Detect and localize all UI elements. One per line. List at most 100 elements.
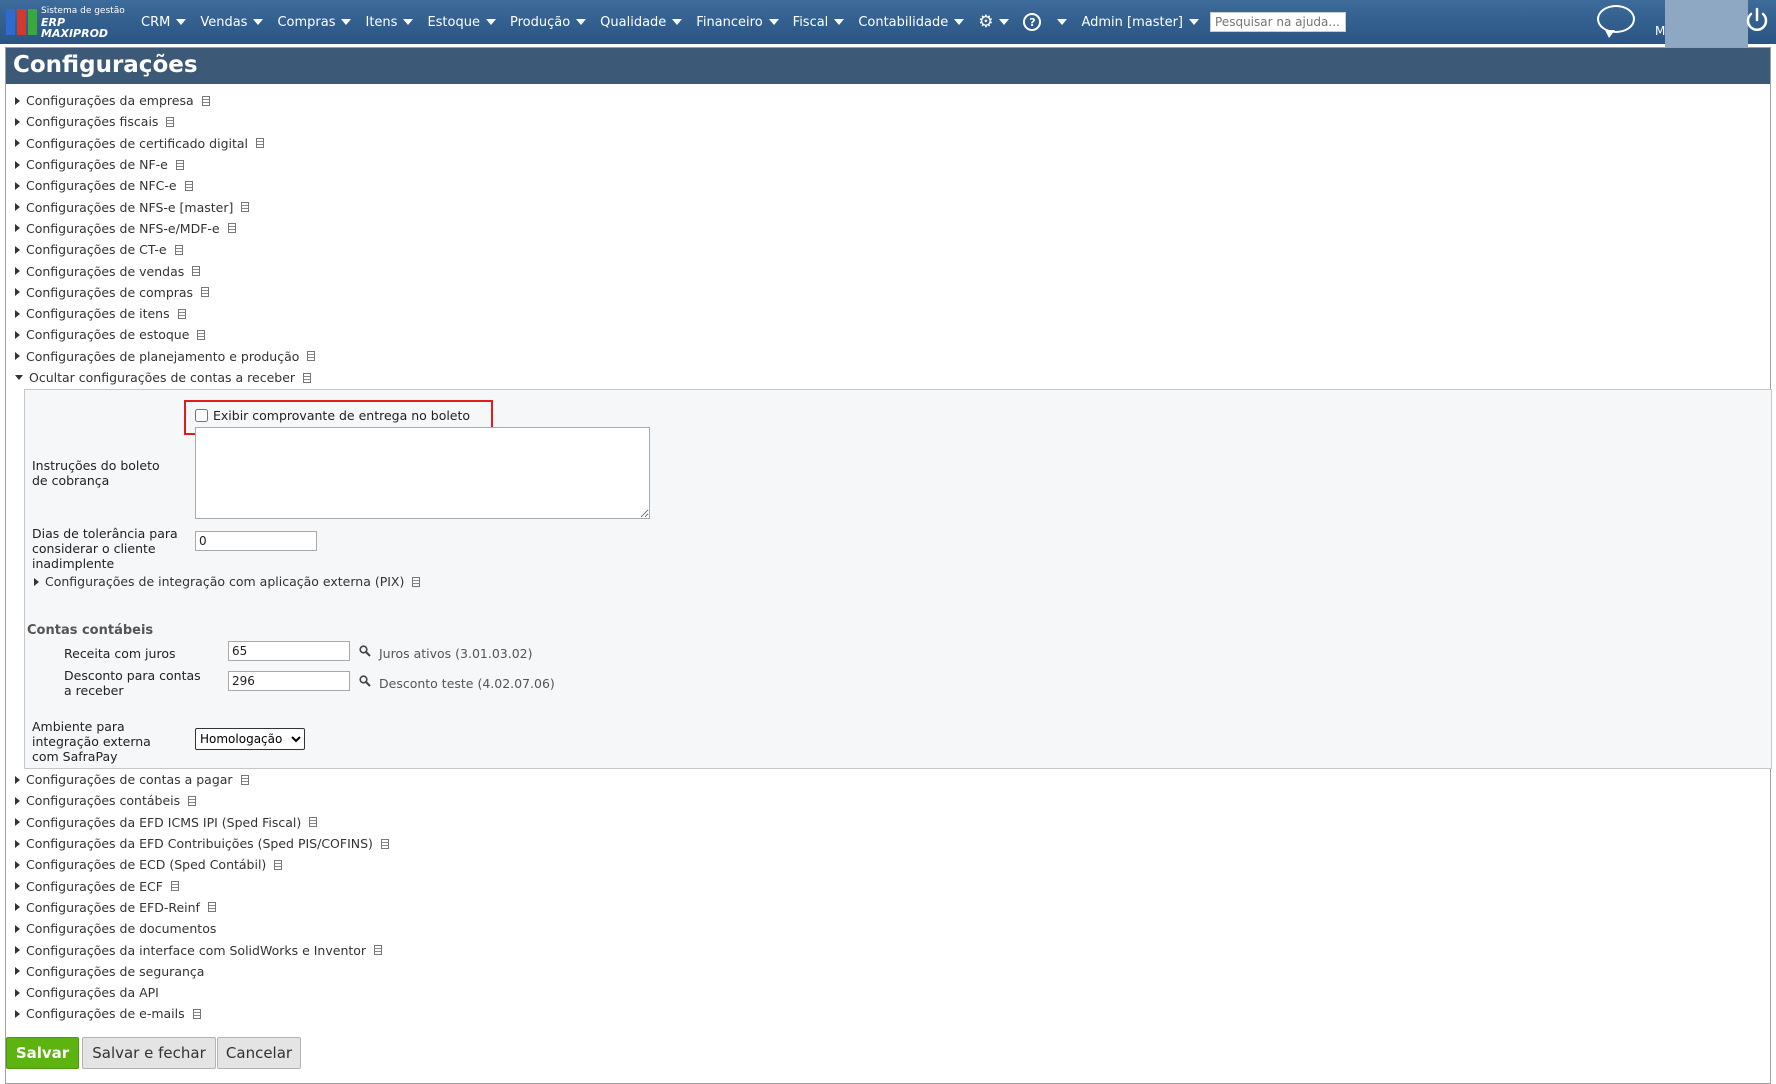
section-label: Configurações contábeis bbox=[26, 793, 181, 809]
document-icon[interactable] bbox=[412, 576, 421, 587]
discount-account-input[interactable] bbox=[228, 671, 350, 691]
document-icon[interactable] bbox=[307, 351, 316, 362]
document-icon[interactable] bbox=[201, 95, 210, 106]
document-icon[interactable] bbox=[177, 308, 186, 319]
environment-select[interactable]: Homologação bbox=[195, 728, 305, 750]
help-menu[interactable]: ? bbox=[1016, 0, 1074, 44]
config-section-item[interactable]: Configurações contábeis bbox=[15, 790, 389, 811]
config-section-item[interactable]: Configurações de NFS-e [master] bbox=[15, 196, 315, 217]
config-section-item[interactable]: Configurações de itens bbox=[15, 303, 315, 324]
chevron-down-icon bbox=[1189, 19, 1200, 25]
chevron-down-icon bbox=[341, 19, 352, 25]
top-navigation-bar: Sistema de gestão ERP MAXIPROD CRM Vendas… bbox=[0, 0, 1776, 44]
menu-financeiro[interactable]: Financeiro bbox=[689, 0, 785, 44]
document-icon[interactable] bbox=[241, 202, 250, 213]
document-icon[interactable] bbox=[184, 180, 193, 191]
menu-label: Estoque bbox=[427, 14, 480, 30]
section-label: Configurações de CT-e bbox=[26, 242, 167, 258]
help-search-input[interactable] bbox=[1210, 12, 1347, 32]
chat-icon[interactable] bbox=[1597, 5, 1635, 38]
expand-arrow-icon bbox=[15, 245, 20, 254]
document-icon[interactable] bbox=[240, 774, 249, 785]
document-icon[interactable] bbox=[374, 945, 383, 956]
section-label: Configurações da API bbox=[26, 985, 159, 1001]
config-section-item[interactable]: Configurações da interface com SolidWork… bbox=[15, 939, 389, 960]
config-section-item[interactable]: Configurações de compras bbox=[15, 282, 315, 303]
config-section-item[interactable]: Configurações de documentos bbox=[15, 918, 389, 939]
config-section-item[interactable]: Configurações da empresa bbox=[15, 90, 315, 111]
save-and-close-button[interactable]: Salvar e fechar bbox=[82, 1037, 216, 1069]
menu-estoque[interactable]: Estoque bbox=[420, 0, 503, 44]
collapse-arrow-icon bbox=[15, 375, 23, 381]
section-label: Configurações de segurança bbox=[26, 963, 205, 979]
document-icon[interactable] bbox=[175, 159, 184, 170]
power-icon[interactable] bbox=[1745, 6, 1769, 34]
document-icon[interactable] bbox=[274, 859, 283, 870]
config-section-item[interactable]: Configurações de e-mails bbox=[15, 1003, 389, 1024]
document-icon[interactable] bbox=[303, 372, 312, 383]
config-section-item[interactable]: Configurações de segurança bbox=[15, 961, 389, 982]
config-section-item[interactable]: Configurações da API bbox=[15, 982, 389, 1003]
config-section-item[interactable]: Configurações de certificado digital bbox=[15, 133, 315, 154]
menu-vendas[interactable]: Vendas bbox=[193, 0, 270, 44]
menu-crm[interactable]: CRM bbox=[134, 0, 193, 44]
menu-fiscal[interactable]: Fiscal bbox=[786, 0, 852, 44]
gear-icon: ⚙ bbox=[978, 12, 994, 32]
save-button[interactable]: Salvar bbox=[6, 1037, 79, 1069]
document-icon[interactable] bbox=[188, 795, 197, 806]
cancel-button[interactable]: Cancelar bbox=[217, 1037, 301, 1069]
menu-compras[interactable]: Compras bbox=[270, 0, 358, 44]
document-icon[interactable] bbox=[197, 329, 206, 340]
config-section-item[interactable]: Configurações da EFD Contribuições (Sped… bbox=[15, 833, 389, 854]
expand-arrow-icon bbox=[15, 903, 20, 912]
expand-arrow-icon bbox=[15, 818, 20, 827]
document-icon[interactable] bbox=[174, 244, 183, 255]
section-label: Configurações de EFD-Reinf bbox=[26, 899, 200, 915]
menu-qualidade[interactable]: Qualidade bbox=[593, 0, 689, 44]
document-icon[interactable] bbox=[201, 287, 210, 298]
document-icon[interactable] bbox=[166, 116, 175, 127]
config-section-item[interactable]: Configurações de CT-e bbox=[15, 239, 315, 260]
section-label: Configurações de e-mails bbox=[26, 1006, 185, 1022]
section-toggle-receivables[interactable]: Ocultar configurações de contas a recebe… bbox=[15, 367, 312, 388]
menu-itens[interactable]: Itens bbox=[358, 0, 420, 44]
tolerance-days-input[interactable] bbox=[195, 531, 317, 551]
menu-label: Financeiro bbox=[696, 14, 763, 30]
document-icon[interactable] bbox=[192, 1008, 201, 1019]
document-icon[interactable] bbox=[192, 266, 201, 277]
search-icon[interactable] bbox=[359, 645, 371, 657]
admin-menu[interactable]: Admin [master] bbox=[1074, 0, 1206, 44]
erp-logo[interactable]: Sistema de gestão ERP MAXIPROD bbox=[6, 6, 134, 39]
menu-produção[interactable]: Produção bbox=[503, 0, 593, 44]
config-section-item[interactable]: Configurações de estoque bbox=[15, 324, 315, 345]
menu-label: CRM bbox=[141, 14, 171, 30]
config-section-item[interactable]: Configurações de EFD-Reinf bbox=[15, 897, 389, 918]
expand-arrow-icon bbox=[15, 352, 20, 361]
config-section-item[interactable]: Configurações de NFC-e bbox=[15, 175, 315, 196]
config-section-item[interactable]: Configurações fiscais bbox=[15, 111, 315, 132]
config-section-item[interactable]: Configurações de ECF bbox=[15, 875, 389, 896]
chevron-down-icon bbox=[834, 19, 845, 25]
section-toggle-pix[interactable]: Configurações de integração com aplicaçã… bbox=[34, 571, 421, 592]
document-icon[interactable] bbox=[309, 817, 318, 828]
config-section-item[interactable]: Configurações de contas a pagar bbox=[15, 769, 389, 790]
page-frame: Configurações Configurações da empresa Co… bbox=[5, 47, 1772, 1084]
search-icon[interactable] bbox=[359, 675, 371, 687]
delivery-proof-option[interactable]: Exibir comprovante de entrega no boleto bbox=[195, 408, 470, 423]
document-icon[interactable] bbox=[227, 223, 236, 234]
settings-menu[interactable]: ⚙ bbox=[971, 0, 1016, 44]
config-section-item[interactable]: Configurações de ECD (Sped Contábil) bbox=[15, 854, 389, 875]
config-section-item[interactable]: Configurações de vendas bbox=[15, 260, 315, 281]
config-section-item[interactable]: Configurações de planejamento e produção bbox=[15, 346, 316, 367]
interest-account-input[interactable] bbox=[228, 641, 350, 661]
delivery-proof-checkbox[interactable] bbox=[195, 409, 208, 422]
document-icon[interactable] bbox=[207, 902, 216, 913]
config-section-item[interactable]: Configurações de NF-e bbox=[15, 154, 315, 175]
config-section-item[interactable]: Configurações da EFD ICMS IPI (Sped Fisc… bbox=[15, 812, 389, 833]
document-icon[interactable] bbox=[256, 138, 265, 149]
instructions-textarea[interactable] bbox=[195, 427, 650, 519]
menu-contabilidade[interactable]: Contabilidade bbox=[851, 0, 971, 44]
config-section-item[interactable]: Configurações de NFS-e/MDF-e bbox=[15, 218, 315, 239]
document-icon[interactable] bbox=[380, 838, 389, 849]
document-icon[interactable] bbox=[170, 881, 179, 892]
